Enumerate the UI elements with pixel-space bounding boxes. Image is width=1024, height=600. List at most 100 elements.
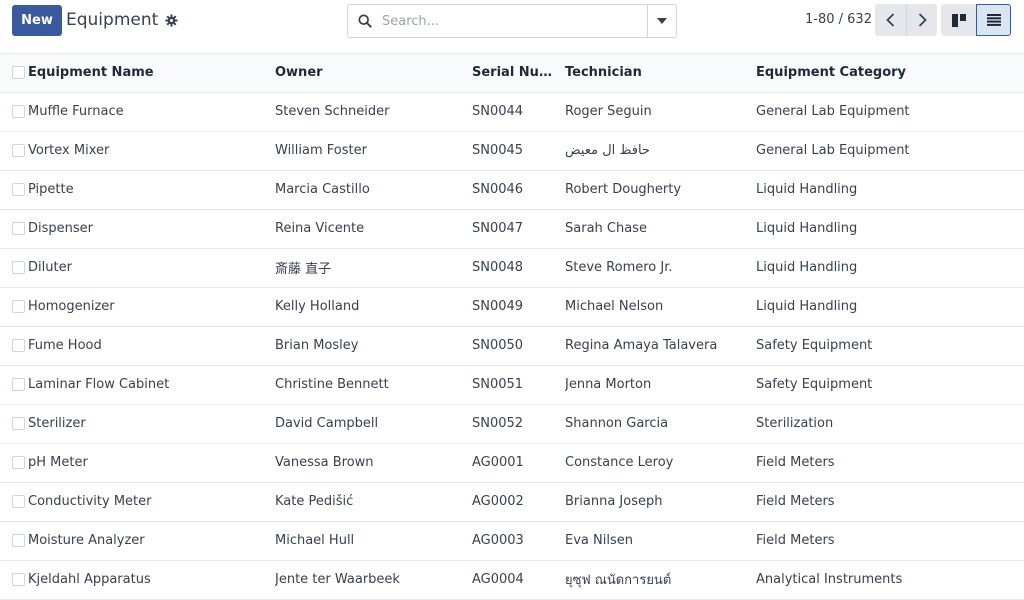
table-row[interactable]: Diluter 斎藤 直子 SN0048 Steve Romero Jr. Liquid…: [0, 248, 1024, 287]
table-row[interactable]: Kjeldahl Apparatus Jente ter Waarbeek AG00…: [0, 560, 1024, 599]
search-input[interactable]: [382, 6, 647, 36]
search-bar: [347, 4, 677, 38]
serial-number-cell: SN0050: [472, 338, 524, 353]
equipment-category-cell: Analytical Instruments: [756, 572, 903, 587]
equipment-category-cell: General Lab Equipment: [756, 143, 910, 158]
serial-number-cell: SN0052: [472, 416, 524, 431]
row-checkbox[interactable]: [12, 534, 25, 547]
owner-cell: Kate Pedišić: [275, 494, 354, 509]
column-header-equipment-name[interactable]: Equipment Name: [28, 54, 275, 93]
technician-cell: Steve Romero Jr.: [565, 260, 673, 275]
owner-cell: David Campbell: [275, 416, 379, 431]
row-checkbox[interactable]: [12, 339, 25, 352]
equipment-name-cell: Diluter: [28, 260, 72, 275]
search-options-toggle[interactable]: [647, 5, 676, 37]
equipment-category-cell: Liquid Handling: [756, 299, 858, 314]
row-checkbox[interactable]: [12, 378, 25, 391]
serial-number-cell: SN0048: [472, 260, 524, 275]
table-row[interactable]: Fume Hood Brian Mosley SN0050 Regina Amaya …: [0, 326, 1024, 365]
owner-cell: Jente ter Waarbeek: [275, 572, 400, 587]
owner-cell: Christine Bennett: [275, 377, 389, 392]
column-header-equipment-category[interactable]: Equipment Category: [756, 54, 1024, 93]
technician-cell: Roger Seguin: [565, 104, 652, 119]
owner-cell: 斎藤 直子: [275, 262, 332, 277]
table-row[interactable]: Muffle Furnace Steven Schneider SN0044 Roge…: [0, 92, 1024, 131]
table-row[interactable]: Sterilizer David Campbell SN0052 Shannon Ga…: [0, 404, 1024, 443]
owner-cell: William Foster: [275, 143, 367, 158]
row-checkbox[interactable]: [12, 495, 25, 508]
table-row[interactable]: Pipette Marcia Castillo SN0046 Robert Dough…: [0, 170, 1024, 209]
row-checkbox[interactable]: [12, 456, 25, 469]
chevron-right-icon: [918, 13, 927, 27]
table-row[interactable]: Laminar Flow Cabinet Christine Bennett SN0…: [0, 365, 1024, 404]
serial-number-cell: SN0051: [472, 377, 524, 392]
pager-previous-button[interactable]: [875, 4, 906, 36]
gear-icon[interactable]: [164, 13, 178, 27]
equipment-category-cell: Safety Equipment: [756, 338, 873, 353]
equipment-category-cell: General Lab Equipment: [756, 104, 910, 119]
list-view-button[interactable]: [976, 4, 1011, 36]
pager-value[interactable]: 1-80 / 632: [805, 12, 872, 27]
table-row[interactable]: Homogenizer Kelly Holland SN0049 Michael Ne…: [0, 287, 1024, 326]
row-checkbox[interactable]: [12, 144, 25, 157]
kanban-icon: [951, 13, 966, 27]
table-row[interactable]: pH Meter Vanessa Brown AG0001 Constance Ler…: [0, 443, 1024, 482]
equipment-category-cell: Liquid Handling: [756, 182, 858, 197]
kanban-view-button[interactable]: [941, 4, 976, 36]
serial-number-cell: AG0004: [472, 572, 524, 587]
serial-number-cell: SN0044: [472, 104, 524, 119]
row-select-cell: [0, 560, 28, 599]
search-icon: [348, 4, 382, 38]
new-button[interactable]: New: [12, 5, 62, 36]
equipment-list-table: Equipment Name Owner Serial Num… Technic…: [0, 54, 1024, 600]
equipment-name-cell: Moisture Analyzer: [28, 533, 145, 548]
technician-cell: Brianna Joseph: [565, 494, 663, 509]
equipment-name-cell: Dispenser: [28, 221, 93, 236]
technician-cell: Michael Nelson: [565, 299, 664, 314]
row-checkbox[interactable]: [12, 573, 25, 586]
row-checkbox[interactable]: [12, 261, 25, 274]
serial-number-cell: SN0045: [472, 143, 524, 158]
row-checkbox[interactable]: [12, 300, 25, 313]
table-row[interactable]: Conductivity Meter Kate Pedišić AG0002 Bria…: [0, 482, 1024, 521]
technician-cell: Jenna Morton: [565, 377, 652, 392]
serial-number-cell: AG0002: [472, 494, 524, 509]
column-header-serial-number[interactable]: Serial Num…: [472, 54, 565, 93]
row-select-cell: [0, 248, 28, 287]
row-checkbox[interactable]: [12, 183, 25, 196]
caret-down-icon: [657, 18, 667, 24]
owner-cell: Michael Hull: [275, 533, 355, 548]
technician-cell: Constance Leroy: [565, 455, 674, 470]
owner-cell: Brian Mosley: [275, 338, 359, 353]
row-checkbox[interactable]: [12, 417, 25, 430]
column-header-technician[interactable]: Technician: [565, 54, 756, 93]
equipment-category-cell: Sterilization: [756, 416, 834, 431]
serial-number-cell: AG0001: [472, 455, 524, 470]
column-header-owner[interactable]: Owner: [275, 54, 472, 93]
serial-number-cell: SN0049: [472, 299, 524, 314]
owner-cell: Kelly Holland: [275, 299, 360, 314]
table-row[interactable]: Vortex Mixer William Foster SN0045 حافظ ال …: [0, 131, 1024, 170]
row-select-cell: [0, 170, 28, 209]
technician-cell: حافظ ال معيض: [565, 143, 650, 158]
serial-number-cell: AG0003: [472, 533, 524, 548]
equipment-name-cell: pH Meter: [28, 455, 88, 470]
row-checkbox[interactable]: [12, 105, 25, 118]
equipment-name-cell: Conductivity Meter: [28, 494, 152, 509]
equipment-name-cell: Homogenizer: [28, 299, 115, 314]
select-all-checkbox[interactable]: [12, 66, 25, 80]
table-header-row: Equipment Name Owner Serial Num… Technic…: [0, 54, 1024, 93]
chevron-left-icon: [886, 13, 895, 27]
row-select-cell: [0, 131, 28, 170]
pager-next-button[interactable]: [906, 4, 937, 36]
control-panel: New Equipment Search... 1-80 / 632: [0, 0, 1024, 54]
equipment-name-cell: Muffle Furnace: [28, 104, 124, 119]
equipment-category-cell: Liquid Handling: [756, 260, 858, 275]
row-select-cell: [0, 287, 28, 326]
owner-cell: Steven Schneider: [275, 104, 390, 119]
table-row[interactable]: Dispenser Reina Vicente SN0047 Sarah Chase L…: [0, 209, 1024, 248]
table-row[interactable]: Moisture Analyzer Michael Hull AG0003 Eva N…: [0, 521, 1024, 560]
row-checkbox[interactable]: [12, 222, 25, 235]
equipment-name-cell: Vortex Mixer: [28, 143, 110, 158]
technician-cell: Robert Dougherty: [565, 182, 682, 197]
